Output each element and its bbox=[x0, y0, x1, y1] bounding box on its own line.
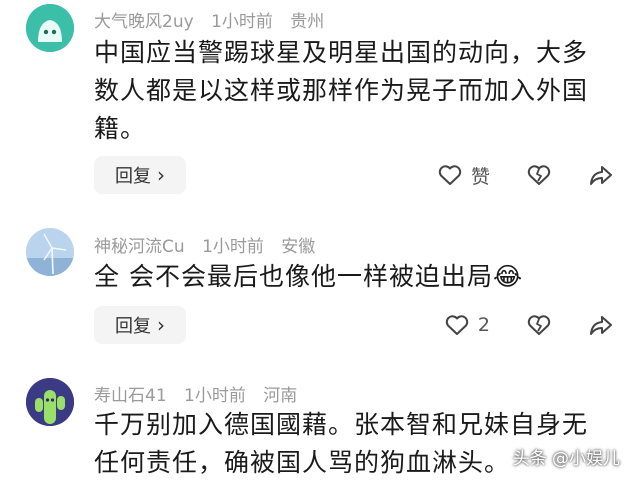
username[interactable]: 寿山石41 bbox=[94, 386, 167, 406]
comment-text-line: 数人都是以这样或那样作为晃子而加入外国 bbox=[94, 76, 589, 105]
comment-actions: 赞 bbox=[401, 156, 614, 194]
comment-text-line: 籍。 bbox=[94, 114, 147, 143]
reply-button[interactable]: 回复 › bbox=[94, 156, 186, 194]
comment-text-line: 千万别加入德国國藉。张本智和兄妹自身无 bbox=[94, 410, 589, 439]
laughing-emoji: 😂 bbox=[492, 262, 524, 291]
like-label: 赞 bbox=[470, 165, 490, 188]
share-icon bbox=[590, 166, 612, 185]
avatar-ghost-icon bbox=[26, 4, 74, 52]
avatar[interactable] bbox=[26, 228, 74, 276]
heart-icon bbox=[438, 165, 462, 185]
comment-meta: 大气晚风2uy 1小时前 贵州 bbox=[94, 7, 324, 32]
location: 贵州 bbox=[290, 12, 325, 32]
watermark: 头条 @小娱儿 bbox=[512, 449, 620, 469]
timestamp: 1小时前 bbox=[211, 12, 273, 32]
dislike-button[interactable] bbox=[526, 313, 552, 337]
comment-text: 中国应当警踢球星及明星出国的动向，大多 数人都是以这样或那样作为晃子而加入外国 … bbox=[94, 34, 614, 148]
reply-label: 回复 bbox=[115, 316, 151, 337]
username[interactable]: 神秘河流Cu bbox=[94, 237, 185, 257]
avatar-windmill-icon bbox=[26, 228, 74, 276]
comment-text-line: 全 会不会最后也像他一样被迫出局 bbox=[94, 262, 493, 291]
chevron-right-icon: › bbox=[157, 163, 165, 187]
broken-heart-icon bbox=[527, 165, 551, 185]
like-button[interactable]: 2 bbox=[444, 313, 490, 337]
comment-item: 大气晚风2uy 1小时前 贵州 中国应当警踢球星及明星出国的动向，大多 数人都是… bbox=[0, 0, 640, 212]
location: 河南 bbox=[263, 386, 298, 406]
like-count: 2 bbox=[477, 314, 490, 336]
timestamp: 1小时前 bbox=[184, 386, 246, 406]
broken-heart-icon bbox=[527, 315, 551, 335]
comment-text: 全 会不会最后也像他一样被迫出局😂 bbox=[94, 258, 614, 296]
avatar-cactus-icon bbox=[26, 378, 74, 426]
comment-actions: 2 bbox=[408, 306, 614, 344]
reply-button[interactable]: 回复 › bbox=[94, 306, 186, 344]
comment-text-line: 中国应当警踢球星及明星出国的动向，大多 bbox=[94, 38, 589, 67]
comment-meta: 寿山石41 1小时前 河南 bbox=[94, 381, 297, 406]
share-button[interactable] bbox=[588, 163, 614, 187]
heart-icon bbox=[445, 315, 469, 335]
like-button[interactable]: 赞 bbox=[437, 162, 490, 189]
dislike-button[interactable] bbox=[526, 163, 552, 187]
share-icon bbox=[590, 316, 612, 335]
location: 安徽 bbox=[281, 237, 316, 257]
share-button[interactable] bbox=[588, 313, 614, 337]
timestamp: 1小时前 bbox=[202, 237, 264, 257]
avatar[interactable] bbox=[26, 378, 74, 426]
comment-meta: 神秘河流Cu 1小时前 安徽 bbox=[94, 232, 315, 257]
comment-item: 神秘河流Cu 1小时前 安徽 全 会不会最后也像他一样被迫出局😂 回复 › 2 bbox=[0, 212, 640, 362]
username[interactable]: 大气晚风2uy bbox=[94, 12, 194, 32]
reply-label: 回复 bbox=[115, 166, 151, 187]
chevron-right-icon: › bbox=[157, 313, 165, 337]
avatar[interactable] bbox=[26, 4, 74, 52]
